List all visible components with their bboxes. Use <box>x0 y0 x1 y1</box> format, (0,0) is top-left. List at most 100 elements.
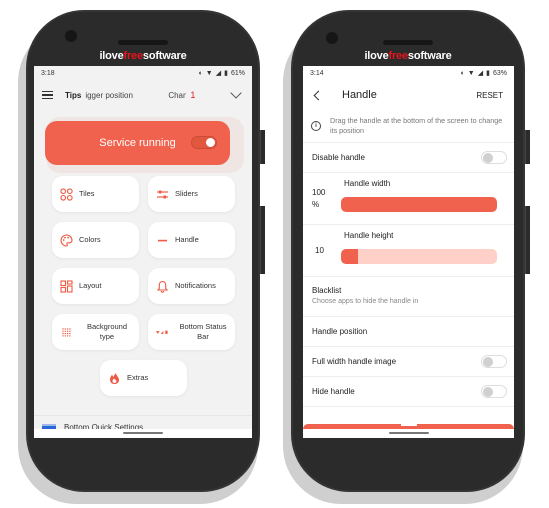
tile-label: Handle <box>175 235 199 244</box>
tile-handle[interactable]: Handle <box>148 222 235 258</box>
handle-width-slider[interactable] <box>341 197 497 212</box>
page-title: Handle <box>342 89 377 101</box>
reset-button[interactable]: RESET <box>476 91 503 100</box>
wifi-icon: ▼ <box>205 69 213 77</box>
home-gesture-pill[interactable] <box>123 432 163 434</box>
tile-colors[interactable]: Colors <box>52 222 139 258</box>
right-phone-frame: ilovefreesoftware 3:14 ◐ ▼ ◢ ▮ 63% Handl… <box>291 10 525 492</box>
handle-height-slider[interactable] <box>341 249 497 264</box>
changelog-text: Chan <box>168 90 187 100</box>
hide-handle-row[interactable]: Hide handle <box>303 377 514 407</box>
tile-bottom-status-bar[interactable]: Bottom Status Bar <box>148 314 235 350</box>
handle-width-fill <box>341 197 497 212</box>
wifi-icon: ▼ <box>467 69 475 77</box>
vibrate-icon: ◐ <box>460 69 465 77</box>
handle-position-row[interactable]: Handle position <box>303 317 514 347</box>
earpiece-speaker <box>118 40 168 45</box>
front-camera <box>326 32 338 44</box>
tips-label: Tips <box>65 90 82 100</box>
watermark-brand: ilovefreesoftware <box>364 50 452 62</box>
hide-handle-label: Hide handle <box>312 387 355 396</box>
info-text: Drag the handle at the bottom of the scr… <box>330 116 503 135</box>
tile-label: Bottom Status Bar <box>179 322 227 341</box>
tile-label: Layout <box>79 281 102 290</box>
right-phone-power-button <box>525 130 530 164</box>
tile-background-type[interactable]: Background type <box>52 314 139 350</box>
info-icon: i <box>311 121 321 131</box>
service-toggle[interactable] <box>191 136 217 149</box>
tile-label: Sliders <box>175 189 198 198</box>
disable-handle-toggle[interactable] <box>481 151 507 164</box>
info-banner: i Drag the handle at the bottom of the s… <box>303 110 514 143</box>
blacklist-row[interactable]: Blacklist Choose apps to hide the handle… <box>303 277 514 317</box>
watermark-brand: ilovefreesoftware <box>99 50 187 62</box>
battery-percent: 63% <box>492 69 507 77</box>
service-running-card[interactable]: Service running <box>45 121 230 165</box>
tip-marquee-text: igger position <box>85 90 133 100</box>
tile-notifications[interactable]: Notifications <box>148 268 235 304</box>
front-camera <box>65 30 77 42</box>
tile-extras[interactable]: Extras <box>100 360 187 396</box>
menu-icon[interactable] <box>42 90 53 100</box>
chevron-down-icon[interactable] <box>230 87 242 99</box>
status-time: 3:18 <box>41 69 55 77</box>
handle-width-row: 100% Handle width <box>303 173 514 225</box>
handle-width-value: 100% <box>312 188 326 209</box>
bell-icon <box>155 279 169 293</box>
fire-icon <box>107 371 121 385</box>
tips-toolbar: Tips igger position Chan 1 <box>34 80 252 110</box>
earpiece-speaker <box>383 40 433 45</box>
tiles-icon <box>59 187 73 201</box>
layout-icon <box>59 279 73 293</box>
signal-icon: ◢ <box>477 70 484 77</box>
hide-handle-toggle[interactable] <box>481 385 507 398</box>
handle-grip[interactable] <box>400 424 417 426</box>
full-width-image-row[interactable]: Full width handle image <box>303 347 514 377</box>
handle-icon <box>155 233 169 247</box>
tile-label: Background type <box>86 322 128 341</box>
status-bar: 3:14 ◐ ▼ ◢ ▮ 63% <box>303 66 514 80</box>
disable-handle-row[interactable]: Disable handle <box>303 143 514 173</box>
blacklist-title: Blacklist <box>312 286 342 295</box>
tips-count-badge: 1 <box>190 90 196 100</box>
battery-icon: ▮ <box>224 70 228 77</box>
right-screen: 3:14 ◐ ▼ ◢ ▮ 63% Handle RESET i Drag the… <box>303 66 514 438</box>
home-gesture-pill[interactable] <box>388 432 429 434</box>
tile-tiles[interactable]: Tiles <box>52 176 139 212</box>
left-phone-power-button <box>260 130 265 164</box>
status-time: 3:14 <box>310 69 324 77</box>
tile-label: Notifications <box>175 281 216 290</box>
handle-height-row: 10 Handle height <box>303 225 514 277</box>
status-bar: 3:18 ◐ ▼ ◢ ▮ 61% <box>34 66 252 80</box>
tile-sliders[interactable]: Sliders <box>148 176 235 212</box>
tile-label: Tiles <box>79 189 95 198</box>
background-pattern-icon <box>59 325 73 339</box>
handle-position-label: Handle position <box>312 327 368 336</box>
left-phone-volume-button <box>260 206 265 274</box>
gesture-nav-bar <box>303 429 514 438</box>
status-bar-icon <box>155 325 169 339</box>
sliders-icon <box>155 187 169 201</box>
service-label: Service running <box>99 137 176 149</box>
blacklist-subtitle: Choose apps to hide the handle in <box>312 298 419 305</box>
handle-toolbar: Handle RESET <box>303 80 514 110</box>
signal-icon: ◢ <box>215 70 222 77</box>
handle-width-label: Handle width <box>344 179 391 188</box>
right-phone-volume-button <box>525 206 530 274</box>
battery-percent: 61% <box>230 69 245 77</box>
tile-layout[interactable]: Layout <box>52 268 139 304</box>
handle-height-fill <box>341 249 359 264</box>
back-arrow-icon[interactable] <box>313 90 324 100</box>
gesture-nav-bar <box>34 429 252 438</box>
tile-label: Extras <box>127 373 149 382</box>
full-width-image-label: Full width handle image <box>312 357 397 366</box>
tile-label: Colors <box>79 235 101 244</box>
battery-icon: ▮ <box>486 70 490 77</box>
handle-height-value: 10 <box>315 246 324 255</box>
disable-handle-label: Disable handle <box>312 153 365 162</box>
left-screen: 3:18 ◐ ▼ ◢ ▮ 61% Tips igger position Cha… <box>34 66 252 438</box>
palette-icon <box>59 233 73 247</box>
vibrate-icon: ◐ <box>198 69 203 77</box>
handle-height-label: Handle height <box>344 231 394 240</box>
full-width-image-toggle[interactable] <box>481 355 507 368</box>
